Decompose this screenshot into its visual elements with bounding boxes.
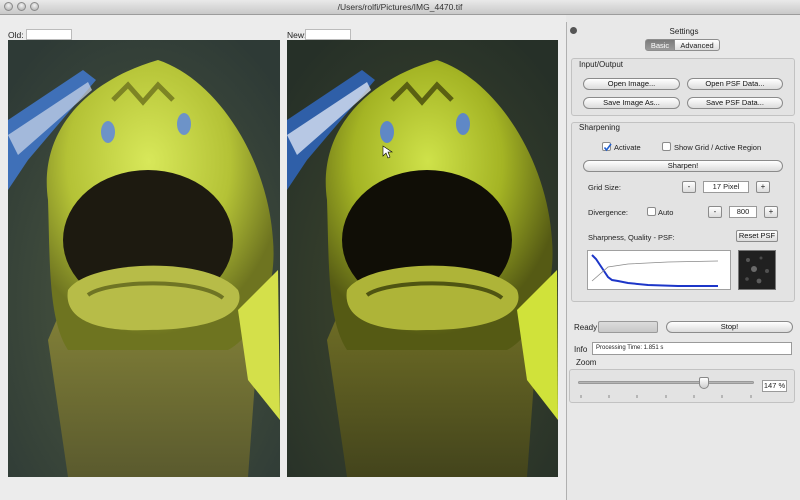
new-eel-photo — [287, 40, 558, 477]
tab-basic[interactable]: Basic — [645, 39, 675, 51]
save-psf-button[interactable]: Save PSF Data... — [687, 97, 783, 109]
divergence-plus-button[interactable]: + — [764, 206, 778, 218]
open-psf-button[interactable]: Open PSF Data... — [687, 78, 783, 90]
new-label: New: — [287, 30, 307, 40]
psf-kernel-image — [739, 251, 775, 289]
old-eel-photo — [8, 40, 280, 477]
psf-curve-graph[interactable] — [587, 250, 731, 290]
sharpening-title: Sharpening — [579, 123, 620, 132]
show-grid-label: Show Grid / Active Region — [674, 143, 762, 152]
window-titlebar: /Users/rolfi/Pictures/IMG_4470.tif — [0, 0, 800, 15]
psf-label: Sharpness, Quality - PSF: — [588, 233, 675, 242]
input-output-title: Input/Output — [579, 60, 624, 69]
checkmark-icon — [603, 143, 612, 152]
zoom-slider-thumb[interactable] — [699, 377, 710, 389]
info-field: Processing Time: 1.851 s — [592, 342, 792, 355]
psf-curve — [591, 254, 719, 287]
open-image-button[interactable]: Open Image... — [583, 78, 680, 90]
divergence-field[interactable]: 800 — [729, 206, 757, 218]
stop-button[interactable]: Stop! — [666, 321, 793, 333]
auto-label: Auto — [658, 208, 674, 217]
grid-size-plus-button[interactable]: + — [756, 181, 770, 193]
divergence-minus-button[interactable]: - — [708, 206, 722, 218]
old-label-field — [26, 29, 72, 40]
window-title: /Users/rolfi/Pictures/IMG_4470.tif — [337, 2, 463, 12]
settings-title: Settings — [669, 27, 699, 36]
reset-psf-button[interactable]: Reset PSF — [736, 230, 778, 242]
auto-checkbox[interactable] — [647, 207, 656, 216]
zoom-title: Zoom — [576, 358, 597, 367]
show-grid-checkbox[interactable] — [662, 142, 671, 151]
grid-size-field[interactable]: 17 Pixel — [703, 181, 749, 193]
activate-checkbox[interactable] — [602, 142, 612, 152]
slider-ticks-icon — [580, 395, 752, 398]
sharpen-button[interactable]: Sharpen! — [583, 160, 783, 172]
save-image-button[interactable]: Save Image As... — [583, 97, 680, 109]
ready-label: Ready — [574, 323, 598, 332]
progress-bar — [598, 321, 658, 333]
zoom-slider-track[interactable] — [578, 381, 754, 384]
grid-size-minus-button[interactable]: - — [682, 181, 696, 193]
psf-kernel-preview — [738, 250, 776, 290]
zoom-slider-ticks — [580, 391, 752, 398]
activate-label: Activate — [614, 143, 641, 152]
divergence-label: Divergence: — [588, 208, 629, 217]
old-image[interactable] — [8, 40, 280, 477]
new-image[interactable] — [287, 40, 558, 477]
new-label-field — [305, 29, 351, 40]
tab-advanced[interactable]: Advanced — [674, 39, 720, 51]
old-label: Old: — [8, 30, 24, 40]
grid-size-label: Grid Size: — [588, 183, 621, 192]
info-label: Info — [574, 345, 588, 354]
zoom-value-field[interactable]: 147 % — [762, 380, 787, 392]
